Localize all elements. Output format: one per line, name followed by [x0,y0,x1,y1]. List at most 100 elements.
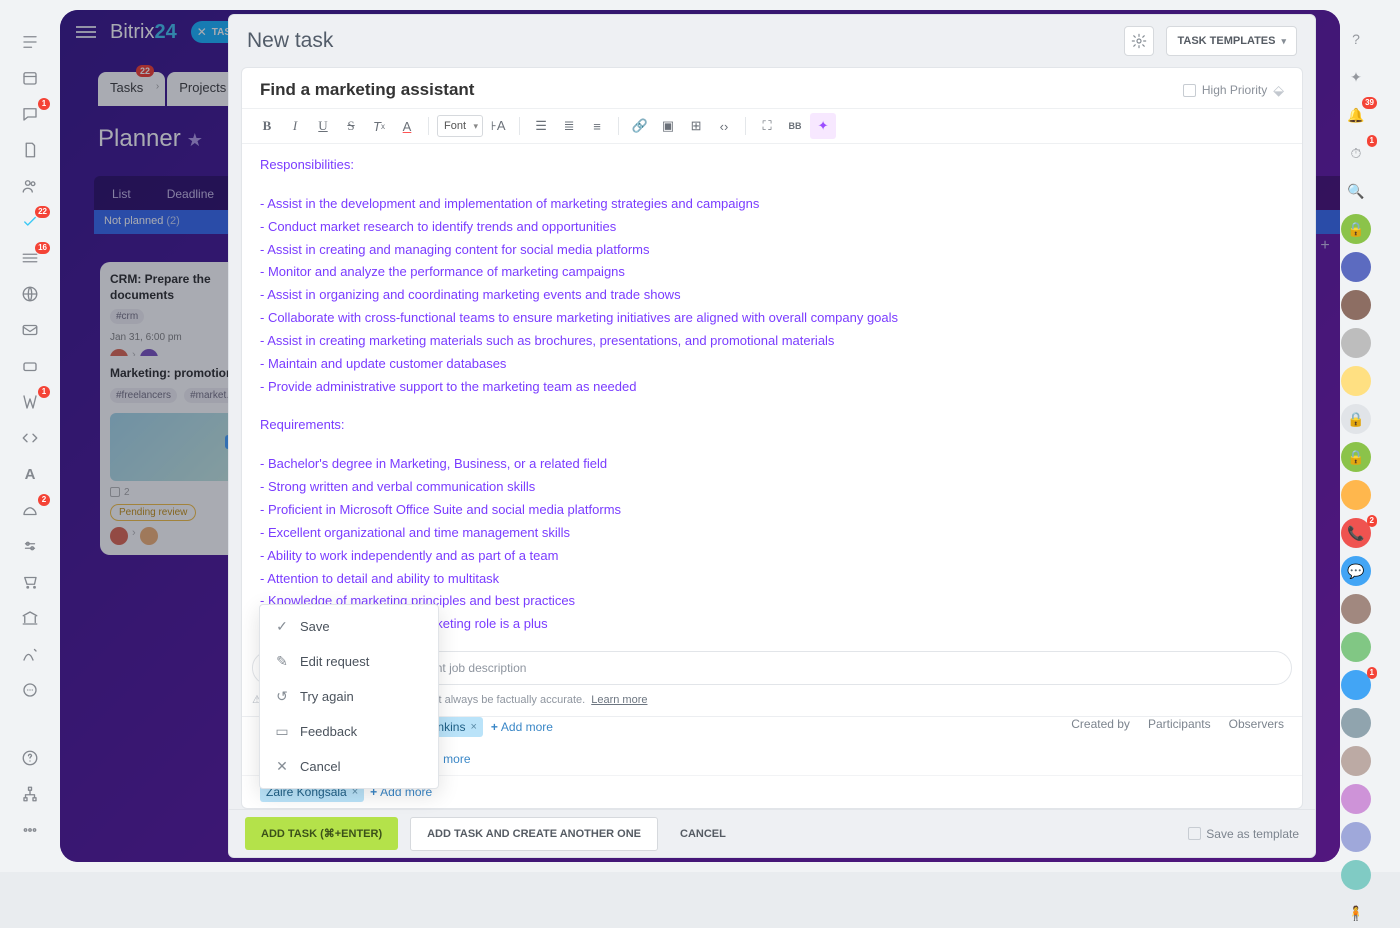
font-size-button[interactable]: ꜔A [485,113,511,139]
lock-icon[interactable]: 🔒 [1341,442,1371,472]
copilot-input[interactable] [293,661,1279,675]
ctx-feedback[interactable]: ▭Feedback [260,714,438,749]
high-priority-label: High Priority [1202,83,1267,97]
comment-icon[interactable] [18,678,42,702]
chevron-down-icon: ▾ [1281,36,1286,47]
add-more-responsible[interactable]: +Add more [491,720,553,734]
editor-toolbar: B I U S Tx A Font▾ ꜔A ☰ ≣ ≡ 🔗 ▣ ⊞ ‹› ⛶ [242,108,1302,144]
color-button[interactable]: A [394,113,420,139]
copilot-icon[interactable]: ✦ [1341,62,1371,92]
avatar[interactable] [1341,366,1371,396]
lock-avatar[interactable]: 🔒 [1341,404,1371,434]
settings-button[interactable] [1124,26,1154,56]
chat-icon[interactable]: 💬 [1341,556,1371,586]
table-button[interactable]: ⊞ [683,113,709,139]
high-priority-checkbox[interactable] [1183,84,1196,97]
clock-icon[interactable]: ⏱1 [1341,138,1371,168]
add-task-button[interactable]: ADD TASK (⌘+ENTER) [245,817,398,850]
task-title-input[interactable] [260,80,1183,100]
settings-icon[interactable] [18,534,42,558]
unordered-list-button[interactable]: ≣ [556,113,582,139]
link-button[interactable]: 🔗 [627,113,653,139]
new-task-modal: New task TASK TEMPLATES▾ High Priority ⬙… [228,14,1316,858]
sites-icon[interactable]: 2 [18,498,42,522]
created-by-tab[interactable]: Created by [1071,717,1130,731]
save-template-checkbox[interactable] [1188,827,1201,840]
clear-format-button[interactable]: Tx [366,113,392,139]
avatar[interactable] [1341,822,1371,852]
bell-icon[interactable]: 🔔39 [1341,100,1371,130]
doc-icon[interactable] [18,138,42,162]
cancel-button[interactable]: CANCEL [670,818,736,850]
lines-icon[interactable]: 16 [18,246,42,270]
ctx-try-again[interactable]: ↺Try again [260,679,438,714]
avatar[interactable] [1341,860,1371,890]
avatar[interactable]: 1 [1341,670,1371,700]
lock-icon[interactable]: 🔒 [1341,214,1371,244]
marketplace-icon[interactable]: 1 [18,390,42,414]
bbcode-button[interactable]: BB [782,113,808,139]
retry-icon: ↺ [274,688,290,705]
sign-icon[interactable] [18,642,42,666]
cart-icon[interactable] [18,570,42,594]
learn-more-link[interactable]: Learn more [591,694,647,706]
call-icon[interactable]: 📞2 [1341,518,1371,548]
drive-icon[interactable] [18,354,42,378]
modal-title: New task [247,29,1112,53]
observers-tab[interactable]: Observers [1229,717,1284,731]
fullscreen-button[interactable]: ⛶ [754,113,780,139]
mail-icon[interactable] [18,318,42,342]
bank-icon[interactable] [18,606,42,630]
avatar[interactable] [1341,784,1371,814]
copilot-button[interactable]: ✦ [810,113,836,139]
avatar[interactable] [1341,328,1371,358]
add-task-another-button[interactable]: ADD TASK AND CREATE ANOTHER ONE [410,817,658,851]
remove-icon[interactable]: × [470,721,476,733]
font-select[interactable]: Font▾ [437,115,483,137]
avatar[interactable] [1341,480,1371,510]
avatar[interactable] [1341,632,1371,662]
code-icon[interactable] [18,426,42,450]
save-template-label: Save as template [1206,827,1299,841]
left-nav-rail: 1 22 16 1 A 2 [0,10,60,862]
bold-button[interactable]: B [254,113,280,139]
image-button[interactable]: ▣ [655,113,681,139]
avatar[interactable] [1341,252,1371,282]
ctx-save[interactable]: ✓Save [260,609,438,644]
search-icon[interactable]: 🔍 [1341,176,1371,206]
avatar[interactable] [1341,290,1371,320]
comment-icon: ▭ [274,723,290,740]
close-icon: ✕ [274,758,290,775]
align-button[interactable]: ≡ [584,113,610,139]
ctx-cancel[interactable]: ✕Cancel [260,749,438,784]
task-description-editor[interactable]: Responsibilities: - Assist in the develo… [242,144,1302,651]
avatar[interactable] [1341,594,1371,624]
ordered-list-button[interactable]: ☰ [528,113,554,139]
more-icon[interactable] [18,818,42,842]
ctx-edit-request[interactable]: ✎Edit request [260,644,438,679]
tasks-icon[interactable]: 22 [18,210,42,234]
people-icon[interactable] [18,174,42,198]
check-icon: ✓ [274,618,290,635]
chat-icon[interactable]: 1 [18,102,42,126]
italic-button[interactable]: I [282,113,308,139]
fire-icon: ⬙ [1273,82,1284,99]
avatar[interactable] [1341,708,1371,738]
calendar-icon[interactable] [18,66,42,90]
help-icon[interactable] [18,746,42,770]
text-icon[interactable]: A [18,462,42,486]
globe-icon[interactable] [18,282,42,306]
right-contact-rail: ? ✦ 🔔39 ⏱1 🔍 🔒 🔒 🔒 📞2 💬 1 🧍 [1334,10,1378,862]
pencil-icon: ✎ [274,653,290,670]
help-icon[interactable]: ? [1341,24,1371,54]
copilot-context-menu: ✓Save ✎Edit request ↺Try again ▭Feedback… [259,604,439,789]
avatar[interactable] [1341,746,1371,776]
support-icon[interactable]: 🧍 [1341,898,1371,928]
underline-button[interactable]: U [310,113,336,139]
task-templates-button[interactable]: TASK TEMPLATES▾ [1166,26,1297,56]
sitemap-icon[interactable] [18,782,42,806]
strike-button[interactable]: S [338,113,364,139]
code-button[interactable]: ‹› [711,113,737,139]
feed-icon[interactable] [18,30,42,54]
participants-tab[interactable]: Participants [1148,717,1211,731]
